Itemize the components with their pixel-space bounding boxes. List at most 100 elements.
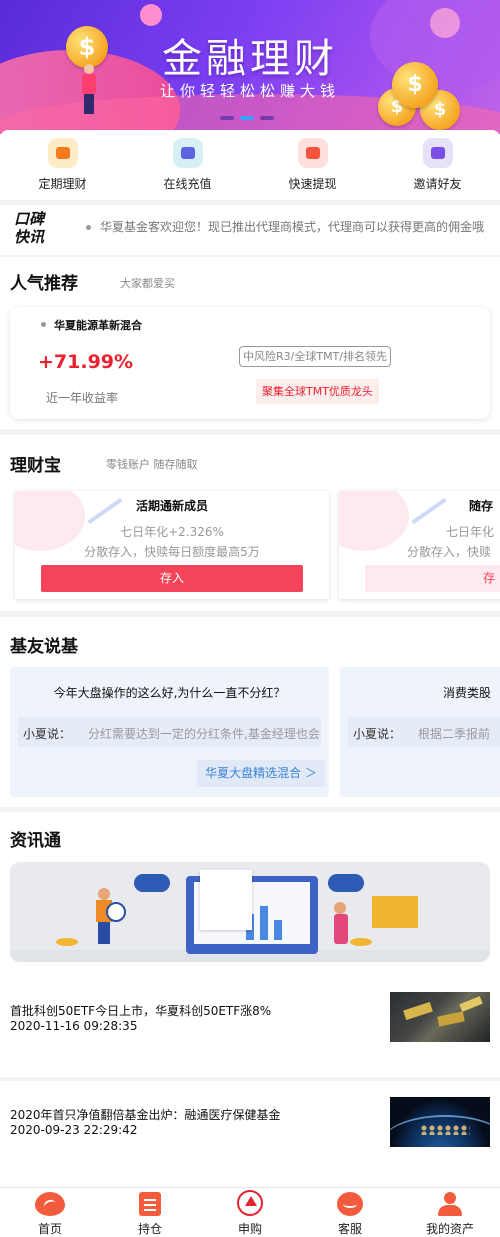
product-title: 随存 [469, 499, 494, 513]
answer-text: 分红需要达到一定的分红条件,基金经理也会 [88, 727, 320, 741]
tab-label: 我的资产 [425, 1222, 474, 1236]
purchase-icon [237, 1190, 263, 1216]
envelope-icon [372, 896, 418, 928]
news-hero-illustration[interactable] [10, 862, 490, 962]
chat-bubble-icon [134, 874, 170, 892]
banner-decoration [140, 4, 162, 26]
chart-bar-illustration [274, 920, 282, 940]
gold-bars-image [390, 992, 490, 1042]
quick-item-withdraw[interactable]: 快速提现 [250, 130, 375, 200]
answer-text: 根据二季报前 [418, 727, 491, 741]
badge-line: 口碑 [14, 210, 45, 228]
section-subtitle: 大家都爱买 [120, 277, 175, 290]
news-time: 2020-11-16 09:28:35 [10, 1019, 138, 1033]
fund-rate-label: 近一年收益率 [46, 391, 119, 405]
tab-service[interactable]: 客服 [300, 1188, 400, 1237]
section-subtitle: 零钱账户 随存随取 [106, 458, 198, 471]
quick-item-fixed-finance[interactable]: 定期理财 [0, 130, 125, 200]
deposit-button[interactable]: 存 [365, 565, 500, 592]
carousel-dot-active[interactable] [240, 116, 254, 120]
fund-rate: +71.99% [38, 351, 134, 373]
quick-menu: 定期理财 在线充值 快速提现 邀请好友 [0, 130, 500, 200]
product-card[interactable]: 随存 七日年化 分散存入，快赎 存 [339, 491, 500, 599]
tab-my-assets[interactable]: 我的资产 [400, 1188, 500, 1237]
document-illustration [200, 870, 252, 930]
section-title: 资讯通 [10, 831, 61, 851]
person-illustration [334, 902, 348, 946]
news-item[interactable]: 2020年首只净值翻倍基金出炉：融通医疗保健基金 2020-09-23 22:2… [0, 1081, 500, 1187]
carousel-indicator[interactable] [220, 116, 274, 120]
answer-author: 小夏说： [23, 727, 72, 741]
highlight-tag: 聚集全球TMT优质龙头 [256, 379, 379, 404]
quick-item-label: 快速提现 [288, 177, 337, 191]
chat-bubble-icon [328, 874, 364, 892]
bullet-icon [86, 225, 91, 230]
product-card[interactable]: 活期通新成员 七日年化+2.326% 分散存入，快赎每日额度最高5万 存入 [15, 491, 329, 599]
product-yield: 七日年化+2.326% [120, 525, 224, 539]
qa-question: 消费类股 [443, 686, 492, 700]
product-title: 活期通新成员 [135, 499, 208, 513]
product-desc: 分散存入，快赎 [407, 545, 492, 559]
profile-icon [436, 1192, 464, 1216]
coin-stack-icon [56, 938, 78, 946]
product-desc: 分散存入，快赎每日额度最高5万 [84, 545, 260, 559]
carousel-dot[interactable] [220, 116, 234, 120]
news-item[interactable]: 首批科创50ETF今日上市，华夏科创50ETF涨8% 2020-11-16 09… [0, 977, 500, 1077]
bottom-tab-bar: 首页 持仓 申购 客服 我的资产 [0, 1187, 500, 1237]
fund-name: 华夏能源革新混合 [54, 319, 142, 332]
banner-subtitle: 让你轻轻松松赚大钱 [159, 82, 340, 100]
chart-bar-illustration [260, 906, 268, 940]
fund-link[interactable]: 华夏大盘精选混合 ＞ [197, 760, 325, 787]
zixun-section: 资讯通 [0, 812, 500, 977]
clock-icon [106, 902, 126, 922]
tab-label: 申购 [237, 1222, 262, 1236]
section-title: 人气推荐 [10, 274, 78, 294]
qa-question: 今年大盘操作的这么好,为什么一直不分红？ [53, 686, 286, 700]
tab-holdings[interactable]: 持仓 [100, 1188, 200, 1237]
fund-card[interactable]: 华夏能源革新混合 +71.99% 近一年收益率 中风险R3/全球TMT/排名领先… [10, 307, 490, 419]
licaibao-section: 理财宝 零钱账户 随存随取 活期通新成员 七日年化+2.326% 分散存入，快赎… [0, 435, 500, 611]
bullet-icon [41, 322, 46, 327]
tab-home[interactable]: 首页 [0, 1188, 100, 1237]
earth-night-image [390, 1097, 490, 1147]
news-title: 首批科创50ETF今日上市，华夏科创50ETF涨8% [10, 1004, 272, 1018]
invite-icon [422, 138, 453, 168]
coin-stack-icon [350, 938, 372, 946]
quick-item-label: 定期理财 [38, 177, 87, 191]
home-icon [35, 1192, 65, 1216]
recharge-icon [172, 138, 203, 168]
news-ticker[interactable]: 口碑 快讯 华夏基金客欢迎您！现已推出代理商模式，代理商可以获得更高的佣金哦 [0, 205, 500, 255]
service-icon [337, 1192, 363, 1216]
withdraw-icon [297, 138, 328, 168]
hero-banner[interactable]: $ $ $ $ 金融理财 让你轻轻松松赚大钱 [0, 0, 500, 134]
tab-label: 客服 [337, 1222, 362, 1236]
news-title: 2020年首只净值翻倍基金出炉：融通医疗保健基金 [10, 1108, 281, 1122]
quick-item-invite[interactable]: 邀请好友 [375, 130, 500, 200]
ticker-text[interactable]: 华夏基金客欢迎您！现已推出代理商模式，代理商可以获得更高的佣金哦 [100, 218, 490, 235]
wallet-icon [47, 138, 78, 168]
answer-author: 小夏说： [353, 727, 402, 741]
quick-item-label: 在线充值 [163, 177, 212, 191]
news-time: 2020-09-23 22:29:42 [10, 1123, 138, 1137]
holdings-icon [139, 1192, 161, 1216]
quick-item-recharge[interactable]: 在线充值 [125, 130, 250, 200]
quick-item-label: 邀请好友 [413, 177, 462, 191]
qa-answer: 小夏说： 根据二季报前 [348, 717, 500, 747]
koubei-badge: 口碑 快讯 [14, 210, 58, 246]
tab-purchase[interactable]: 申购 [200, 1188, 300, 1237]
badge-line: 快讯 [14, 228, 45, 246]
risk-tag: 中风险R3/全球TMT/排名领先 [239, 346, 391, 367]
tab-label: 持仓 [137, 1222, 162, 1236]
banner-title: 金融理财 [162, 36, 338, 82]
qa-card[interactable]: 今年大盘操作的这么好,为什么一直不分红？ 小夏说： 分红需要达到一定的分红条件,… [10, 667, 329, 797]
qa-answer: 小夏说： 分红需要达到一定的分红条件,基金经理也会 [18, 717, 321, 747]
tab-label: 首页 [37, 1222, 62, 1236]
qa-card[interactable]: 消费类股 小夏说： 根据二季报前 [340, 667, 500, 797]
deposit-button[interactable]: 存入 [41, 565, 303, 592]
product-yield: 七日年化 [446, 525, 495, 539]
section-title: 理财宝 [10, 456, 61, 476]
popular-section: 人气推荐 大家都爱买 华夏能源革新混合 +71.99% 近一年收益率 中风险R3… [0, 257, 500, 429]
carousel-dot[interactable] [260, 116, 274, 120]
jiyou-section: 基友说基 今年大盘操作的这么好,为什么一直不分红？ 小夏说： 分红需要达到一定的… [0, 617, 500, 807]
section-title: 基友说基 [10, 637, 78, 657]
